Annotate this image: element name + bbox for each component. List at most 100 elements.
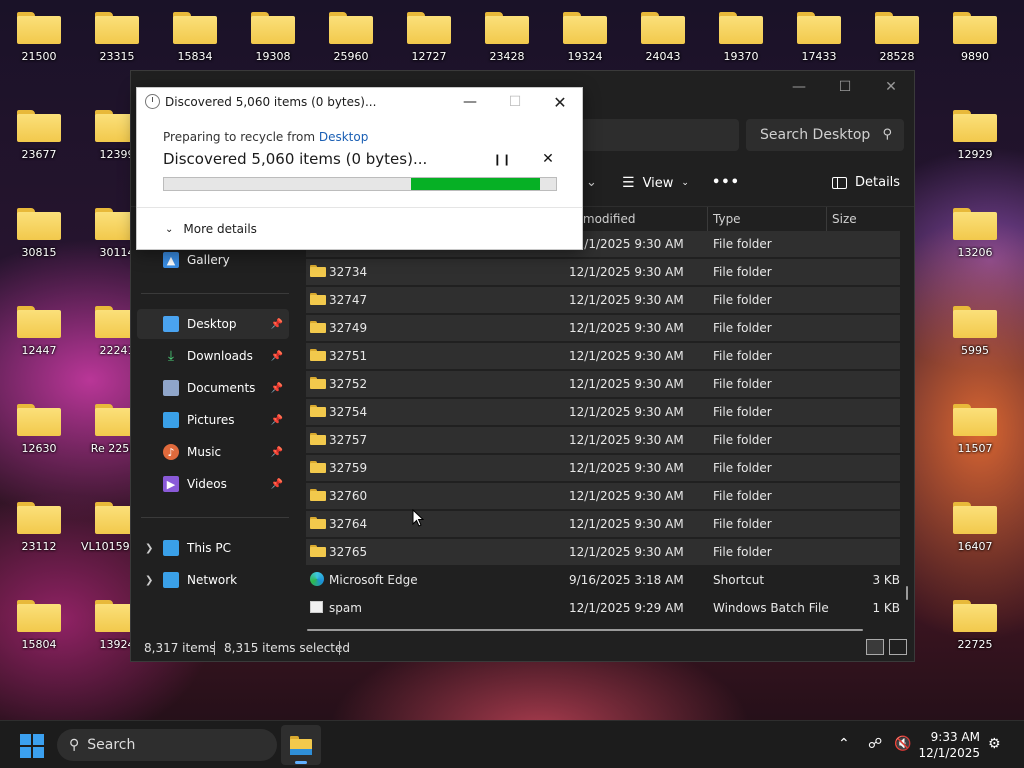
desktop-folder-icon[interactable]: 19324 xyxy=(549,12,621,63)
file-explorer-taskbar-icon[interactable] xyxy=(281,725,321,765)
file-row[interactable]: 32734 12/1/2025 9:30 AM File folder xyxy=(306,259,900,285)
more-options-button[interactable]: ••• xyxy=(712,175,740,190)
desktop-folder-icon[interactable]: 17433 xyxy=(783,12,855,63)
chevron-right-icon[interactable]: ❯ xyxy=(145,543,153,554)
more-details-toggle[interactable]: ⌄ More details xyxy=(165,222,257,236)
pin-icon[interactable]: 📌 xyxy=(271,319,283,330)
vertical-scrollbar[interactable] xyxy=(906,586,908,600)
view-button[interactable]: ☰ View ⌄ xyxy=(622,175,689,191)
desktop-folder-icon[interactable]: 22725 xyxy=(939,600,1011,651)
file-row[interactable]: 32754 12/1/2025 9:30 AM File folder xyxy=(306,399,900,425)
desktop-folder-icon[interactable]: 13206 xyxy=(939,208,1011,259)
pin-icon[interactable]: 📌 xyxy=(271,479,283,490)
sort-chevron-icon[interactable]: ⌄ xyxy=(586,175,597,190)
nav-divider xyxy=(141,517,289,518)
desktop-folder-icon[interactable]: 23428 xyxy=(471,12,543,63)
file-row[interactable]: 32752 12/1/2025 9:30 AM File folder xyxy=(306,371,900,397)
folder-icon xyxy=(17,12,61,44)
file-type: File folder xyxy=(713,293,772,307)
chevron-right-icon[interactable]: ❯ xyxy=(145,575,153,586)
column-divider[interactable] xyxy=(707,207,708,231)
nav-item-videos[interactable]: ▶ Videos 📌 xyxy=(137,469,289,499)
nav-label: This PC xyxy=(187,541,231,555)
column-type[interactable]: Type xyxy=(713,212,741,226)
desktop-icon-label: 12727 xyxy=(411,50,447,63)
notification-icon[interactable]: ⚙ xyxy=(988,736,1001,752)
nav-item-music[interactable]: ♪ Music 📌 xyxy=(137,437,289,467)
desktop-folder-icon[interactable]: 19308 xyxy=(237,12,309,63)
desktop-folder-icon[interactable]: 25960 xyxy=(315,12,387,63)
horizontal-scrollbar[interactable] xyxy=(307,629,863,631)
pin-icon[interactable]: 📌 xyxy=(271,415,283,426)
close-icon[interactable]: ✕ xyxy=(545,91,575,113)
nav-item-downloads[interactable]: ⤓ Downloads 📌 xyxy=(137,341,289,371)
file-date: 12/1/2025 9:30 AM xyxy=(569,237,684,251)
desktop-folder-icon[interactable]: 15834 xyxy=(159,12,231,63)
file-name: 32759 xyxy=(329,461,368,475)
desktop-folder-icon[interactable]: 24043 xyxy=(627,12,699,63)
minimize-icon[interactable]: — xyxy=(455,91,485,113)
desktop-folder-icon[interactable]: 16407 xyxy=(939,502,1011,553)
desktop-folder-icon[interactable]: 21500 xyxy=(3,12,75,63)
location-link[interactable]: Desktop xyxy=(319,130,369,144)
chevron-up-icon[interactable]: ⌃ xyxy=(838,736,850,752)
folder-icon xyxy=(310,545,326,557)
file-row[interactable]: 32747 12/1/2025 9:30 AM File folder xyxy=(306,287,900,313)
desktop-folder-icon[interactable]: 12727 xyxy=(393,12,465,63)
address-bar[interactable] xyxy=(581,119,739,151)
desktop-folder-icon[interactable]: 9890 xyxy=(939,12,1011,63)
column-size[interactable]: Size xyxy=(832,212,857,226)
details-pane-button[interactable]: Details xyxy=(832,175,900,190)
minimize-icon[interactable]: — xyxy=(776,71,822,103)
desktop-folder-icon[interactable]: 15804 xyxy=(3,600,75,651)
desktop-folder-icon[interactable]: 23677 xyxy=(3,110,75,161)
file-row[interactable]: 32764 12/1/2025 9:30 AM File folder xyxy=(306,511,900,537)
column-divider[interactable] xyxy=(826,207,827,231)
nav-item-pictures[interactable]: Pictures 📌 xyxy=(137,405,289,435)
pin-icon[interactable]: 📌 xyxy=(271,447,283,458)
close-icon[interactable]: ✕ xyxy=(868,71,914,103)
desktop-folder-icon[interactable]: 23315 xyxy=(81,12,153,63)
large-icons-view-icon[interactable] xyxy=(889,639,907,655)
desktop-folder-icon[interactable]: 19370 xyxy=(705,12,777,63)
chevron-down-icon: ⌄ xyxy=(681,178,689,188)
network-icon[interactable]: ☍ xyxy=(868,736,882,752)
cancel-icon[interactable]: ✕ xyxy=(539,150,557,168)
desktop-folder-icon[interactable]: 12929 xyxy=(939,110,1011,161)
file-name: spam xyxy=(329,601,362,615)
pin-icon[interactable]: 📌 xyxy=(271,351,283,362)
file-row[interactable]: 32765 12/1/2025 9:30 AM File folder xyxy=(306,539,900,565)
desktop-folder-icon[interactable]: 12630 xyxy=(3,404,75,455)
desktop-icon-label: 19370 xyxy=(723,50,759,63)
file-row[interactable]: 32760 12/1/2025 9:30 AM File folder xyxy=(306,483,900,509)
desktop-folder-icon[interactable]: 12447 xyxy=(3,306,75,357)
taskbar-search[interactable]: ⚲ Search xyxy=(57,729,277,761)
desktop-folder-icon[interactable]: 28528 xyxy=(861,12,933,63)
file-row[interactable]: 32749 12/1/2025 9:30 AM File folder xyxy=(306,315,900,341)
volume-muted-icon[interactable]: 🔇 xyxy=(894,736,911,752)
file-row[interactable]: 32757 12/1/2025 9:30 AM File folder xyxy=(306,427,900,453)
file-row[interactable]: 32751 12/1/2025 9:30 AM File folder xyxy=(306,343,900,369)
file-row[interactable]: spam 12/1/2025 9:29 AM Windows Batch File 1… xyxy=(306,595,900,621)
system-clock[interactable]: 9:33 AM 12/1/2025 xyxy=(918,729,980,761)
windows-start-icon[interactable] xyxy=(20,734,44,758)
desktop-folder-icon[interactable]: 11507 xyxy=(939,404,1011,455)
desktop-folder-icon[interactable]: 23112 xyxy=(3,502,75,553)
search-box[interactable]: Search Desktop ⚲ xyxy=(746,119,904,151)
download-icon: ⤓ xyxy=(167,348,175,364)
folder-icon xyxy=(953,12,997,44)
desktop-folder-icon[interactable]: 5995 xyxy=(939,306,1011,357)
file-row[interactable]: 32759 12/1/2025 9:30 AM File folder xyxy=(306,455,900,481)
nav-item-this-pc[interactable]: ❯ This PC xyxy=(137,533,289,563)
status-separator xyxy=(339,641,340,655)
details-view-icon[interactable] xyxy=(866,639,884,655)
nav-item-network[interactable]: ❯ Network xyxy=(137,565,289,595)
pin-icon[interactable]: 📌 xyxy=(271,383,283,394)
pause-icon[interactable]: ❙❙ xyxy=(493,150,511,168)
maximize-icon[interactable]: ☐ xyxy=(822,71,868,103)
folder-icon xyxy=(641,12,685,44)
nav-item-desktop[interactable]: Desktop 📌 xyxy=(137,309,289,339)
file-row[interactable]: Microsoft Edge 9/16/2025 3:18 AM Shortcut 3… xyxy=(306,567,900,593)
nav-item-documents[interactable]: Documents 📌 xyxy=(137,373,289,403)
desktop-folder-icon[interactable]: 30815 xyxy=(3,208,75,259)
